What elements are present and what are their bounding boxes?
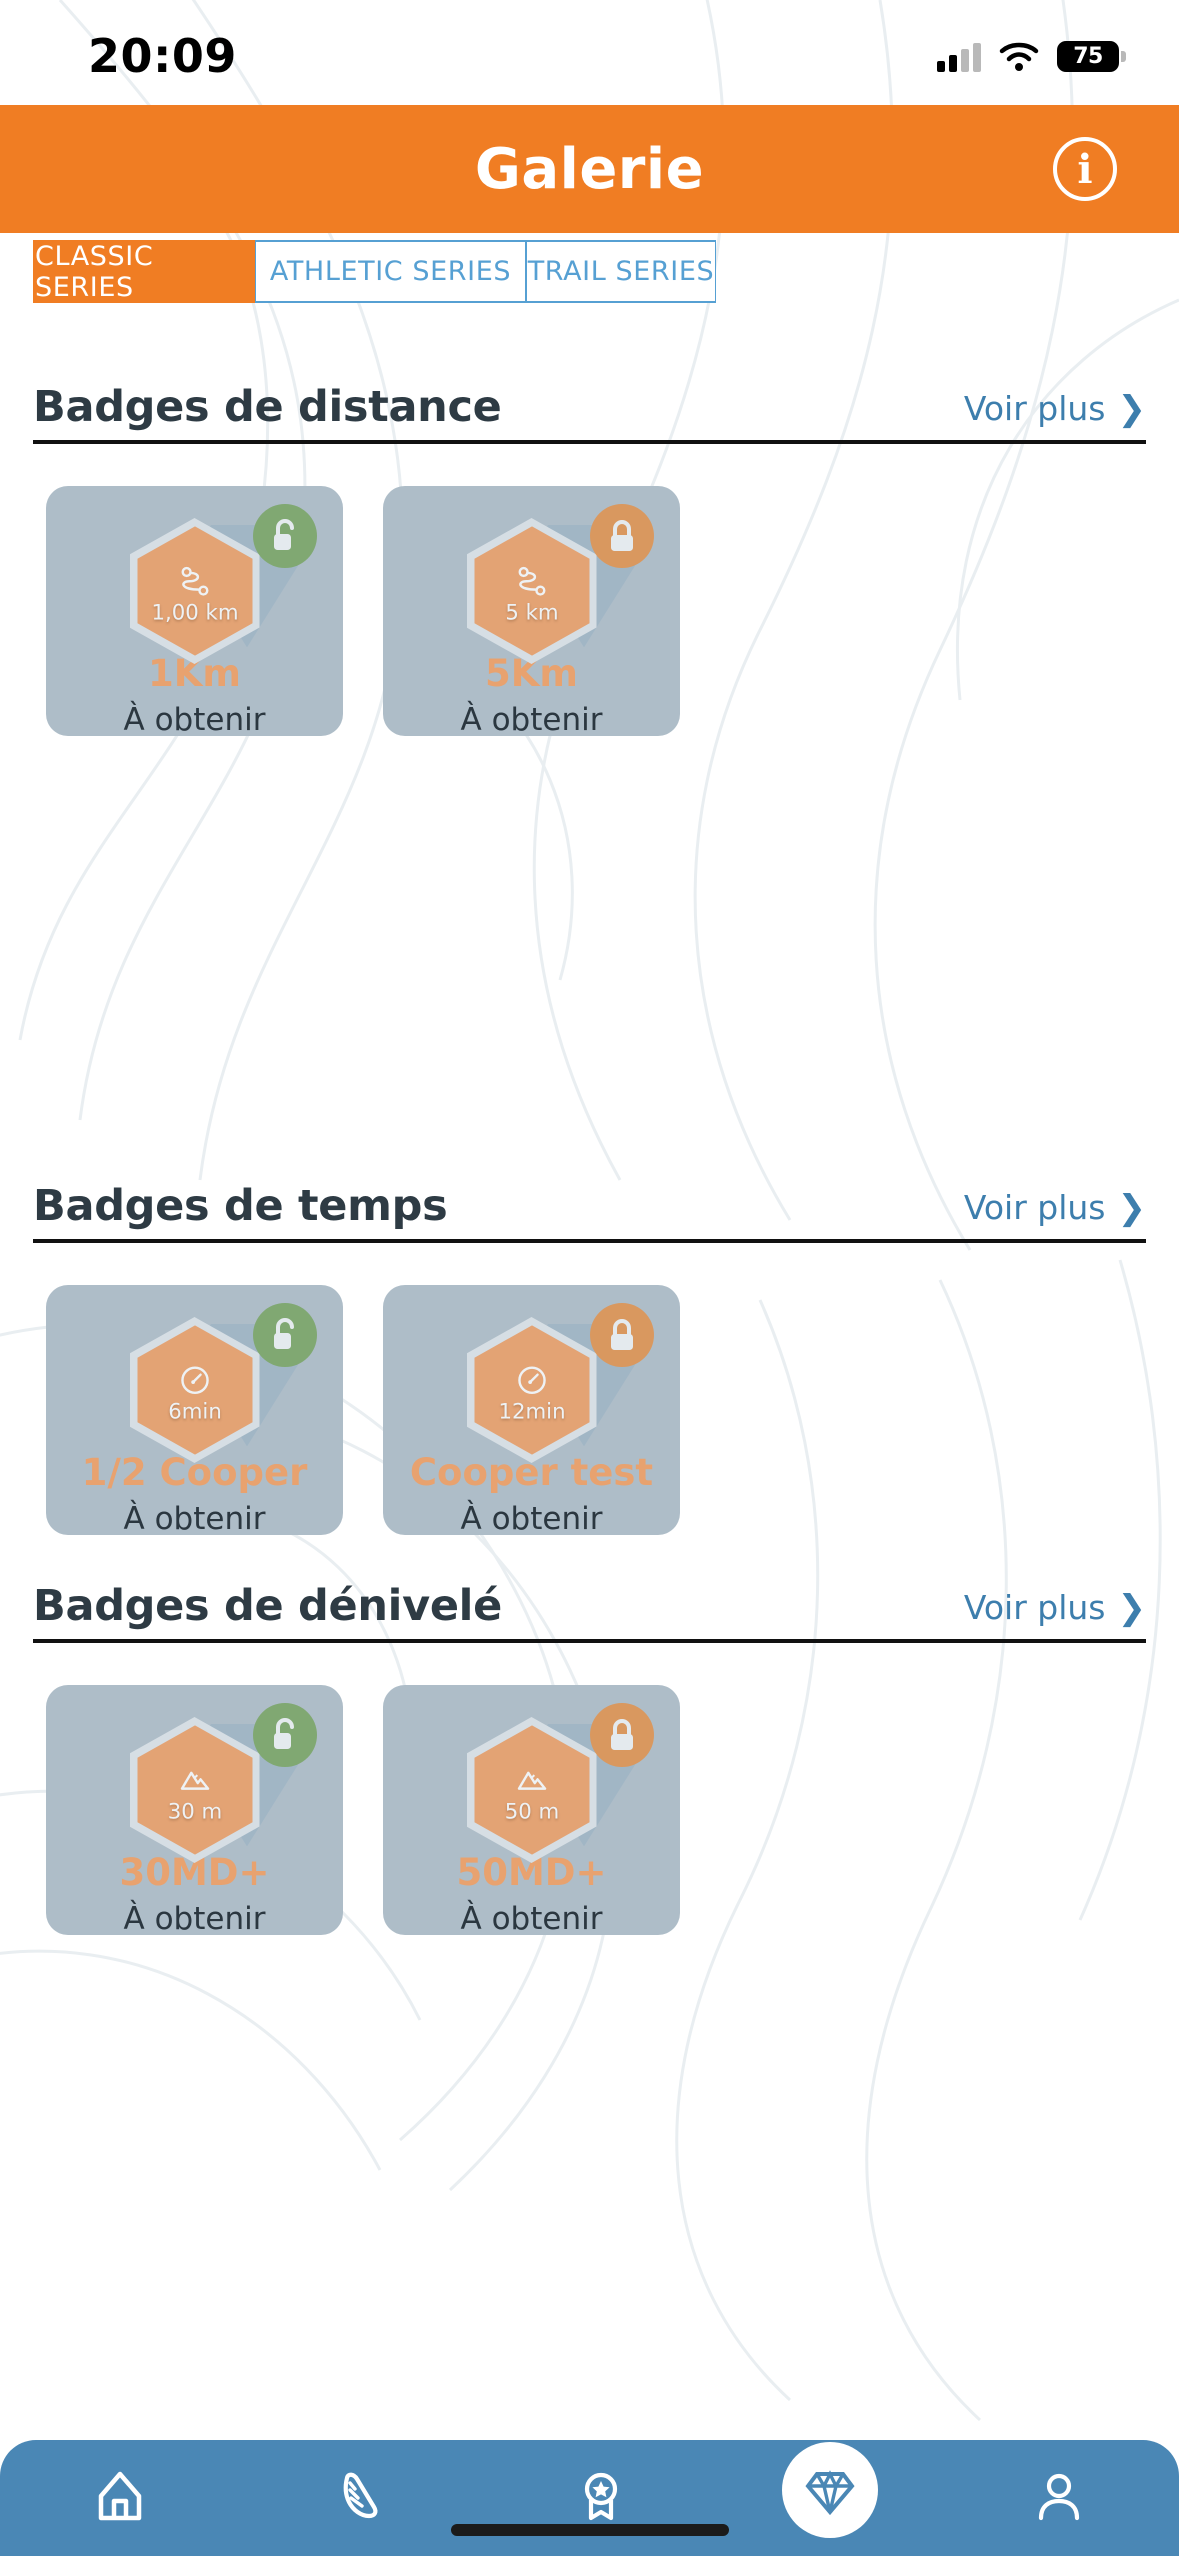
- page-title: Galerie: [474, 136, 705, 202]
- badge-hexagon: 1,00 km: [129, 518, 260, 664]
- badge-card-list: 30 m 30MD+ À obtenir 50 m 50MD+ À obteni…: [0, 1685, 1179, 1935]
- badge-hexagon: 50 m: [466, 1717, 597, 1863]
- wifi-icon: [999, 42, 1039, 71]
- section-header: Badges de distance Voir plus ❯: [33, 382, 1146, 444]
- badge-status: À obtenir: [123, 702, 266, 736]
- badge-card[interactable]: 50 m 50MD+ À obtenir: [383, 1685, 680, 1935]
- app-header: Galerie i: [0, 105, 1179, 233]
- chevron-right-icon: ❯: [1117, 388, 1147, 429]
- see-more-label: Voir plus: [963, 1588, 1106, 1627]
- section-title: Badges de temps: [33, 1181, 448, 1231]
- battery-icon: 75: [1057, 41, 1126, 72]
- badge-status: À obtenir: [123, 1501, 266, 1535]
- chevron-right-icon: ❯: [1117, 1587, 1147, 1628]
- nav-item-activities[interactable]: [301, 2454, 421, 2538]
- lock-icon: [590, 1303, 654, 1367]
- badge-status: À obtenir: [460, 702, 603, 736]
- see-more-label: Voir plus: [963, 389, 1106, 428]
- section-badges-temps: Badges de temps Voir plus ❯ 6min 1/2 Coo…: [0, 1181, 1179, 1535]
- bottom-navigation-bar: [0, 2440, 1179, 2556]
- unlock-icon: [253, 1303, 317, 1367]
- running-shoe-icon: [343, 2472, 378, 2519]
- info-icon[interactable]: i: [1053, 137, 1117, 201]
- see-more-label: Voir plus: [963, 1188, 1106, 1227]
- tab-classic-series[interactable]: CLASSIC SERIES: [33, 240, 255, 303]
- badge-status: À obtenir: [460, 1901, 603, 1935]
- nav-item-home[interactable]: [60, 2454, 180, 2538]
- badge-card[interactable]: 1,00 km 1Km À obtenir: [46, 486, 343, 736]
- badge-status: À obtenir: [123, 1901, 266, 1935]
- see-more-link-temps[interactable]: Voir plus ❯: [964, 1188, 1146, 1231]
- badge-card[interactable]: 30 m 30MD+ À obtenir: [46, 1685, 343, 1935]
- status-bar-time: 20:09: [88, 28, 237, 83]
- badge-hexagon: 5 km: [466, 518, 597, 664]
- section-header: Badges de dénivelé Voir plus ❯: [33, 1581, 1146, 1643]
- lock-icon: [590, 504, 654, 568]
- section-header: Badges de temps Voir plus ❯: [33, 1181, 1146, 1243]
- badge-card[interactable]: 6min 1/2 Cooper À obtenir: [46, 1285, 343, 1535]
- speedometer-icon: [180, 1366, 209, 1395]
- home-indicator: [450, 2524, 729, 2536]
- badge-hexagon: 30 m: [129, 1717, 260, 1863]
- see-more-link-denivele[interactable]: Voir plus ❯: [964, 1588, 1146, 1631]
- nav-item-gallery[interactable]: [782, 2442, 879, 2538]
- badge-hex-value: 6min: [167, 1398, 222, 1424]
- mountain-icon: [180, 1771, 209, 1790]
- user-profile-icon: [1038, 2473, 1079, 2521]
- badge-hex-value: 1,00 km: [150, 599, 239, 625]
- badge-hex-value: 5 km: [504, 599, 559, 625]
- section-badges-denivele: Badges de dénivelé Voir plus ❯ 30 m 30MD…: [0, 1581, 1179, 1935]
- badge-status: À obtenir: [460, 1501, 603, 1535]
- section-badges-distance: Badges de distance Voir plus ❯ 1,00 km 1…: [0, 382, 1179, 736]
- speedometer-icon: [517, 1366, 546, 1395]
- badge-card[interactable]: 12min Cooper test À obtenir: [383, 1285, 680, 1535]
- series-tab-bar: CLASSIC SERIES ATHLETIC SERIES TRAIL SER…: [33, 240, 716, 303]
- unlock-icon: [253, 504, 317, 568]
- unlock-icon: [253, 1703, 317, 1767]
- nav-item-profile[interactable]: [999, 2454, 1119, 2538]
- badge-hex-value: 12min: [497, 1398, 566, 1424]
- status-bar-indicators: 75: [937, 41, 1126, 72]
- route-icon: [518, 566, 545, 596]
- section-title: Badges de distance: [33, 382, 502, 432]
- status-bar: 20:09 75: [0, 0, 1179, 105]
- tab-trail-series[interactable]: TRAIL SERIES: [526, 240, 716, 303]
- tab-athletic-series[interactable]: ATHLETIC SERIES: [255, 240, 526, 303]
- badge-card-list: 1,00 km 1Km À obtenir 5 km 5Km À obtenir: [0, 486, 1179, 736]
- badge-hex-value: 30 m: [167, 1798, 222, 1824]
- badge-hex-value: 50 m: [504, 1798, 559, 1824]
- badge-card[interactable]: 5 km 5Km À obtenir: [383, 486, 680, 736]
- lock-icon: [590, 1703, 654, 1767]
- mountain-icon: [517, 1771, 546, 1790]
- diamond-icon: [805, 2470, 855, 2516]
- section-title: Badges de dénivelé: [33, 1581, 502, 1631]
- battery-level: 75: [1073, 44, 1103, 69]
- award-medal-icon: [585, 2472, 618, 2521]
- chevron-right-icon: ❯: [1117, 1187, 1147, 1228]
- route-icon: [181, 566, 208, 596]
- cellular-signal-icon: [937, 42, 981, 72]
- badge-card-list: 6min 1/2 Cooper À obtenir 12min Cooper t…: [0, 1285, 1179, 1535]
- see-more-link-distance[interactable]: Voir plus ❯: [964, 389, 1146, 432]
- badge-hexagon: 12min: [466, 1317, 597, 1463]
- badge-hexagon: 6min: [129, 1317, 260, 1463]
- home-icon: [99, 2471, 142, 2521]
